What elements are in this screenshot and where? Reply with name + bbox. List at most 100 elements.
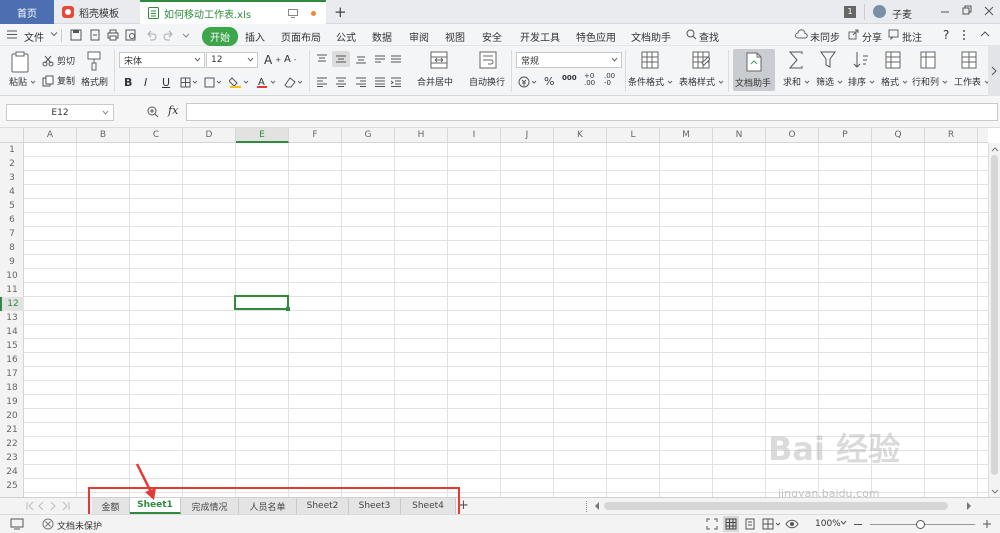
row-header-9[interactable]: 9 bbox=[0, 255, 24, 269]
increase-decimal-icon[interactable]: +0.00 bbox=[584, 73, 595, 87]
row-header-18[interactable]: 18 bbox=[0, 381, 24, 395]
align-bottom-icon[interactable] bbox=[355, 54, 367, 64]
zoom-slider-thumb[interactable] bbox=[916, 520, 925, 529]
menu-search[interactable]: 查找 bbox=[699, 29, 719, 44]
column-header-k[interactable]: K bbox=[554, 128, 607, 143]
row-header-6[interactable]: 6 bbox=[0, 213, 24, 227]
row-header-24[interactable]: 24 bbox=[0, 465, 24, 479]
select-all-corner[interactable] bbox=[0, 128, 24, 143]
row-header-5[interactable]: 5 bbox=[0, 199, 24, 213]
italic-icon[interactable]: I bbox=[144, 76, 147, 89]
vertical-scroll-thumb[interactable] bbox=[991, 155, 998, 475]
save-icon[interactable] bbox=[70, 29, 82, 41]
window-count-badge[interactable]: 1 bbox=[844, 6, 856, 18]
wrap-text-button[interactable]: 自动换行 bbox=[469, 75, 505, 88]
first-sheet-icon[interactable] bbox=[26, 502, 34, 510]
paste-button[interactable]: 粘贴 bbox=[9, 75, 36, 88]
tab-splitter[interactable] bbox=[586, 501, 588, 512]
formula-input[interactable] bbox=[186, 103, 998, 121]
share-button[interactable]: 分享 bbox=[862, 29, 882, 44]
zoom-out-icon[interactable] bbox=[854, 524, 862, 525]
fullscreen-icon[interactable] bbox=[706, 518, 718, 530]
scroll-right-icon[interactable] bbox=[966, 502, 972, 510]
font-size-select[interactable]: 12 bbox=[206, 52, 258, 68]
sort-button[interactable]: 排序 bbox=[848, 75, 875, 88]
menu-data[interactable]: 数据 bbox=[372, 29, 392, 44]
filter-icon[interactable] bbox=[820, 51, 836, 69]
row-header-22[interactable]: 22 bbox=[0, 437, 24, 451]
undo-icon[interactable] bbox=[145, 29, 157, 41]
export-pdf-icon[interactable] bbox=[89, 29, 101, 41]
column-header-r[interactable]: R bbox=[925, 128, 978, 143]
selected-cell[interactable] bbox=[234, 295, 290, 311]
row-header-4[interactable]: 4 bbox=[0, 185, 24, 199]
last-sheet-icon[interactable] bbox=[62, 502, 70, 510]
percent-icon[interactable]: % bbox=[544, 75, 554, 88]
chevron-down-icon[interactable] bbox=[50, 30, 58, 38]
filter-button[interactable]: 筛选 bbox=[816, 75, 843, 88]
row-header-14[interactable]: 14 bbox=[0, 325, 24, 339]
wrap-text-icon[interactable] bbox=[479, 51, 497, 69]
row-header-13[interactable]: 13 bbox=[0, 311, 24, 325]
menu-start[interactable]: 开始 bbox=[202, 27, 238, 46]
underline-icon[interactable]: U bbox=[162, 76, 170, 89]
row-header-16[interactable]: 16 bbox=[0, 353, 24, 367]
avatar[interactable] bbox=[873, 5, 886, 18]
collapse-ribbon-icon[interactable] bbox=[980, 30, 990, 38]
conditional-format-button[interactable]: 条件格式 bbox=[628, 75, 673, 88]
column-header-m[interactable]: M bbox=[660, 128, 713, 143]
menu-page-layout[interactable]: 页面布局 bbox=[281, 29, 321, 44]
comment-button[interactable]: 批注 bbox=[902, 29, 922, 44]
increase-font-icon[interactable]: A + bbox=[264, 53, 281, 67]
menu-view[interactable]: 视图 bbox=[445, 29, 465, 44]
row-header-8[interactable]: 8 bbox=[0, 241, 24, 255]
bold-icon[interactable]: B bbox=[124, 76, 132, 89]
cut-button[interactable]: 剪切 bbox=[42, 54, 75, 67]
row-header-12[interactable]: 12 bbox=[0, 297, 24, 311]
macro-icon[interactable] bbox=[10, 518, 24, 530]
row-header-10[interactable]: 10 bbox=[0, 269, 24, 283]
comment-icon[interactable] bbox=[888, 29, 899, 40]
column-header-i[interactable]: I bbox=[448, 128, 501, 143]
align-left-icon[interactable] bbox=[316, 77, 328, 87]
column-header-q[interactable]: Q bbox=[872, 128, 925, 143]
row-header-25[interactable]: 25 bbox=[0, 479, 24, 493]
menu-developer[interactable]: 开发工具 bbox=[520, 29, 560, 44]
more-icon[interactable] bbox=[962, 29, 966, 41]
copy-button[interactable]: 复制 bbox=[42, 74, 75, 87]
doc-assistant-button[interactable]: 文档助手 bbox=[733, 49, 775, 91]
vertical-scrollbar[interactable] bbox=[988, 143, 1000, 498]
zoom-level[interactable]: 100% bbox=[815, 519, 841, 529]
row-header-2[interactable]: 2 bbox=[0, 157, 24, 171]
customize-toolbar-icon[interactable] bbox=[182, 30, 190, 40]
new-tab-button[interactable]: + bbox=[334, 3, 347, 21]
zoom-in-icon[interactable] bbox=[982, 519, 992, 529]
menu-security[interactable]: 安全 bbox=[482, 29, 502, 44]
merge-center-button[interactable]: 合并居中 bbox=[417, 75, 453, 88]
sum-icon[interactable] bbox=[788, 51, 804, 69]
ribbon-scroll-right[interactable] bbox=[988, 46, 1000, 96]
row-header-23[interactable]: 23 bbox=[0, 451, 24, 465]
column-header-e[interactable]: E bbox=[236, 128, 289, 143]
menu-insert[interactable]: 插入 bbox=[245, 29, 265, 44]
redo-icon[interactable] bbox=[163, 29, 175, 41]
column-header-n[interactable]: N bbox=[713, 128, 766, 143]
font-color-icon[interactable]: A bbox=[256, 76, 278, 89]
justify-icon[interactable] bbox=[374, 77, 386, 87]
row-col-icon[interactable] bbox=[920, 51, 936, 69]
name-box[interactable]: E12 bbox=[6, 104, 114, 121]
scroll-left-icon[interactable] bbox=[594, 502, 600, 510]
row-header-1[interactable]: 1 bbox=[0, 143, 24, 157]
format-painter-icon[interactable] bbox=[86, 51, 102, 71]
format-button[interactable]: 格式 bbox=[881, 75, 908, 88]
minimize-icon[interactable] bbox=[940, 5, 950, 17]
row-header-19[interactable]: 19 bbox=[0, 395, 24, 409]
menu-doc-assistant[interactable]: 文档助手 bbox=[631, 29, 671, 44]
row-header-11[interactable]: 11 bbox=[0, 283, 24, 297]
row-header-15[interactable]: 15 bbox=[0, 339, 24, 353]
row-header-21[interactable]: 21 bbox=[0, 423, 24, 437]
print-icon[interactable] bbox=[107, 29, 119, 41]
sum-button[interactable]: 求和 bbox=[783, 75, 810, 88]
column-header-f[interactable]: F bbox=[289, 128, 342, 143]
column-header-b[interactable]: B bbox=[77, 128, 130, 143]
